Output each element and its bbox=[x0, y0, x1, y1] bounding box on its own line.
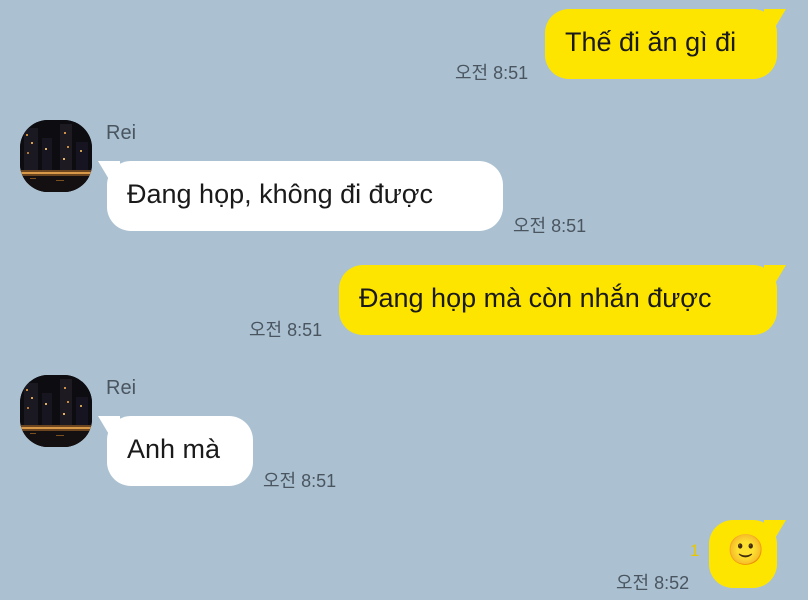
message-time: 오전 8:51 bbox=[249, 320, 323, 340]
unread-count: 1 bbox=[690, 541, 700, 560]
sender-name: Rei bbox=[106, 377, 137, 399]
message-text: Đang họp, không đi được bbox=[127, 179, 433, 209]
message-time: 오전 8:51 bbox=[513, 216, 587, 236]
outgoing-message-bubble[interactable]: Đang họp mà còn nhắn được bbox=[339, 265, 777, 335]
message-text: Anh mà bbox=[127, 434, 221, 464]
outgoing-emoji-bubble[interactable]: 🙂 bbox=[709, 520, 777, 588]
city-night-avatar-image bbox=[20, 120, 92, 192]
profile-avatar[interactable] bbox=[20, 120, 92, 192]
message-time: 오전 8:52 bbox=[616, 573, 690, 593]
sender-name: Rei bbox=[106, 122, 137, 144]
outgoing-message-bubble[interactable]: Thế đi ăn gì đi bbox=[545, 9, 777, 79]
message-time: 오전 8:51 bbox=[263, 471, 337, 491]
message-text: Đang họp mà còn nhắn được bbox=[359, 283, 712, 313]
incoming-message-bubble[interactable]: Đang họp, không đi được bbox=[107, 161, 503, 231]
chat-room: Thế đi ăn gì đi 오전 8:51 Rei Đang họp, kh bbox=[0, 0, 808, 600]
message-time: 오전 8:51 bbox=[455, 63, 529, 83]
message-text: Thế đi ăn gì đi bbox=[565, 27, 737, 57]
city-night-avatar-image bbox=[20, 375, 92, 447]
incoming-message-bubble[interactable]: Anh mà bbox=[107, 416, 253, 486]
profile-avatar[interactable] bbox=[20, 375, 92, 447]
smiling-face-emoji-icon: 🙂 bbox=[727, 533, 765, 568]
